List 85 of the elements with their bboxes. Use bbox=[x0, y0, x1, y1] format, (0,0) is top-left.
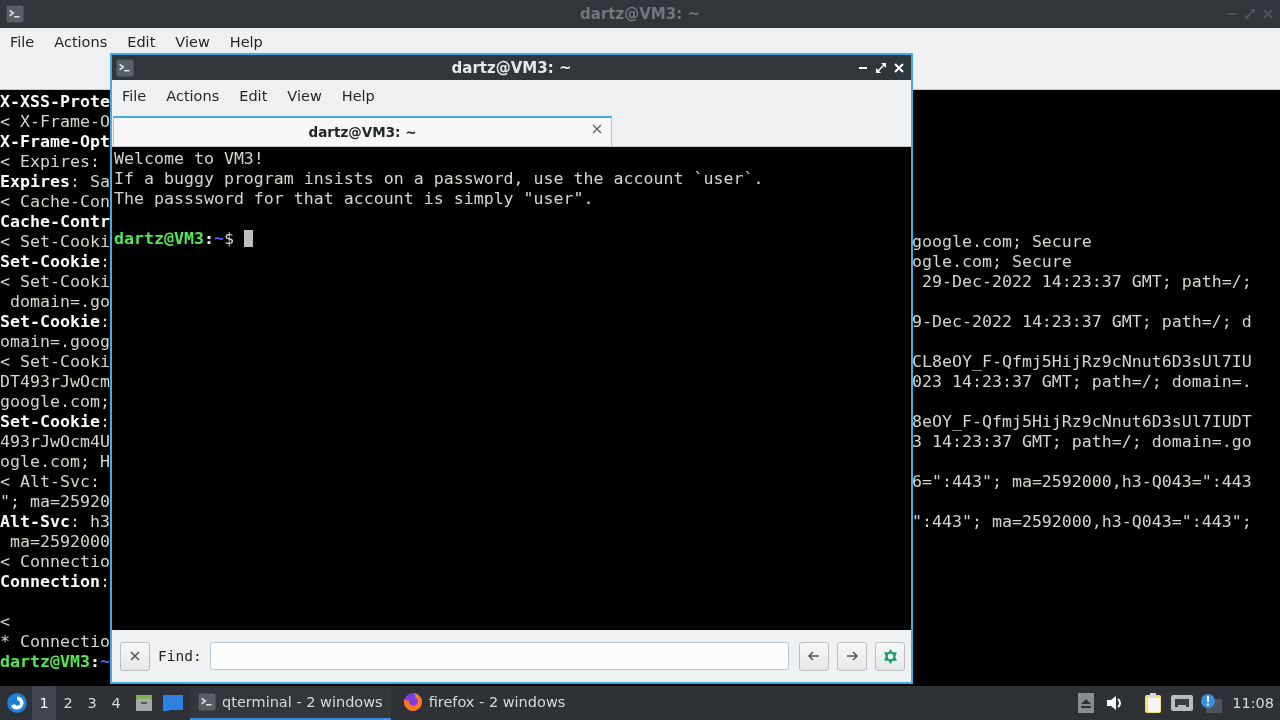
menu-item[interactable]: File bbox=[0, 34, 45, 50]
terminal-line: Welcome to VM3! bbox=[114, 149, 264, 168]
shell-prompt: dartz@VM3:~ bbox=[0, 652, 110, 672]
clock[interactable]: 11:08 bbox=[1222, 695, 1280, 711]
terminal-line: ma=2592000 bbox=[9, 532, 110, 552]
menu-item[interactable]: Edit bbox=[229, 88, 278, 104]
previous-button[interactable] bbox=[799, 641, 829, 671]
menu-item[interactable]: Actions bbox=[44, 34, 118, 50]
terminal-icon bbox=[116, 58, 134, 77]
menu-item[interactable]: View bbox=[165, 34, 220, 50]
terminal-line: X-XSS-Prote bbox=[0, 92, 110, 112]
next-button[interactable] bbox=[837, 641, 867, 671]
terminal-line: google.com; bbox=[0, 392, 110, 412]
terminal-line: 023 14:23:37 GMT; path=/; domain=. bbox=[912, 372, 1253, 392]
text-cursor bbox=[243, 230, 253, 247]
terminal-line: The passsword for that account is simply "user". bbox=[114, 189, 594, 208]
terminal-line: * Connectio bbox=[0, 632, 110, 652]
terminal-line: ":443"; ma=2592000,h3-Q043=":443"; bbox=[912, 512, 1253, 532]
settings-button[interactable] bbox=[875, 641, 905, 671]
menu-item[interactable]: View bbox=[277, 88, 332, 104]
network-icon[interactable] bbox=[1170, 694, 1195, 712]
find-label: Find: bbox=[158, 648, 202, 664]
terminal-line: Cache-Contr bbox=[0, 212, 110, 232]
terminal-line: Set-Cookie: bbox=[0, 312, 110, 332]
swirl-icon[interactable] bbox=[6, 692, 28, 714]
terminal-tab[interactable]: dartz@VM3: ~ bbox=[113, 116, 612, 146]
terminal-line: omain=.goog bbox=[0, 332, 110, 352]
terminal-line: 8eOY_F-Qfmj5HijRz9cNnut6D3sUl7IUDT bbox=[912, 412, 1253, 432]
terminal-line: ogle.com; H bbox=[0, 452, 110, 472]
workspace-button[interactable]: 1 bbox=[32, 686, 56, 720]
terminal-line: domain=.go bbox=[9, 292, 110, 312]
right-arrow-icon bbox=[845, 649, 859, 663]
terminal-line: CL8eOY_F-Qfmj5HijRz9cNnut6D3sUl7IU bbox=[912, 352, 1253, 372]
workspace-button[interactable]: 3 bbox=[80, 686, 104, 720]
terminal-line: DT493rJwOcm bbox=[0, 372, 110, 392]
terminal-line: Connection: bbox=[0, 572, 110, 592]
terminal-line: < Set-Cooki bbox=[0, 352, 110, 372]
terminal-line: 9-Dec-2022 14:23:37 GMT; path=/; d bbox=[912, 312, 1253, 332]
maximize-icon[interactable] bbox=[875, 61, 887, 74]
taskbar-button[interactable]: qterminal - 2 windows bbox=[190, 686, 391, 720]
terminal-line: 6=":443"; ma=2592000,h3-Q043=":443 bbox=[912, 472, 1253, 492]
terminal-line: < Set-Cooki bbox=[0, 272, 110, 292]
menu-item[interactable]: File bbox=[112, 88, 157, 104]
terminal-line: ogle.com; Secure bbox=[912, 252, 1073, 272]
terminal-line: Alt-Svc: h3 bbox=[0, 512, 110, 532]
drawer-icon[interactable] bbox=[134, 693, 154, 713]
gear-icon bbox=[881, 647, 899, 665]
terminal-line: < Set-Cooki bbox=[0, 232, 110, 252]
window-title: dartz@VM3: ~ bbox=[579, 5, 701, 23]
window-icon[interactable] bbox=[162, 693, 184, 713]
close-icon bbox=[130, 651, 140, 661]
taskbar-button[interactable]: firefox - 2 windows bbox=[394, 686, 574, 720]
terminal-line: 493rJwOcm4U bbox=[0, 432, 110, 452]
left-arrow-icon bbox=[807, 649, 821, 663]
globe-icon bbox=[402, 692, 423, 712]
terminal-line: Expires: Sa bbox=[0, 172, 110, 192]
terminal-icon bbox=[6, 5, 24, 23]
terminal-line: Set-Cookie: bbox=[0, 252, 110, 272]
window-title: dartz@VM3: ~ bbox=[450, 58, 573, 77]
terminal-line: Set-Cookie: bbox=[0, 412, 110, 432]
find-field[interactable] bbox=[209, 642, 789, 670]
workspace-button[interactable]: 4 bbox=[104, 686, 128, 720]
terminal-line: < Connectio bbox=[0, 552, 110, 572]
eject-icon[interactable] bbox=[1078, 693, 1095, 713]
terminal-line: < bbox=[0, 612, 11, 632]
terminal-line: < X-Frame-O bbox=[0, 112, 110, 132]
menu-item[interactable]: Help bbox=[331, 88, 385, 104]
terminal-line: < Cache-Con bbox=[0, 192, 110, 212]
menu-item[interactable]: Edit bbox=[117, 34, 166, 50]
terminal-line: 29-Dec-2022 14:23:37 GMT; path=/; bbox=[921, 272, 1253, 292]
terminal-line: X-Frame-Opt bbox=[0, 132, 110, 152]
close-icon[interactable] bbox=[591, 123, 603, 135]
terminal-line: google.com; Secure bbox=[912, 232, 1093, 252]
close-button[interactable] bbox=[120, 641, 150, 671]
menu-item[interactable]: Actions bbox=[156, 88, 230, 104]
terminal-line: < Alt-Svc: bbox=[0, 472, 101, 492]
terminal-icon bbox=[198, 693, 216, 711]
workspace-button[interactable]: 2 bbox=[56, 686, 80, 720]
menu-item[interactable]: Help bbox=[219, 34, 273, 50]
terminal-line: If a buggy program insists on a password, use the account `user`. bbox=[114, 169, 764, 188]
shell-prompt: dartz@VM3:~$ bbox=[114, 229, 234, 248]
notification-icon[interactable] bbox=[1200, 693, 1223, 713]
terminal-line: < Expires: bbox=[0, 152, 101, 172]
terminal-line: 3 14:23:37 GMT; path=/; domain=.go bbox=[912, 432, 1253, 452]
terminal-line: "; ma=25920 bbox=[0, 492, 110, 512]
